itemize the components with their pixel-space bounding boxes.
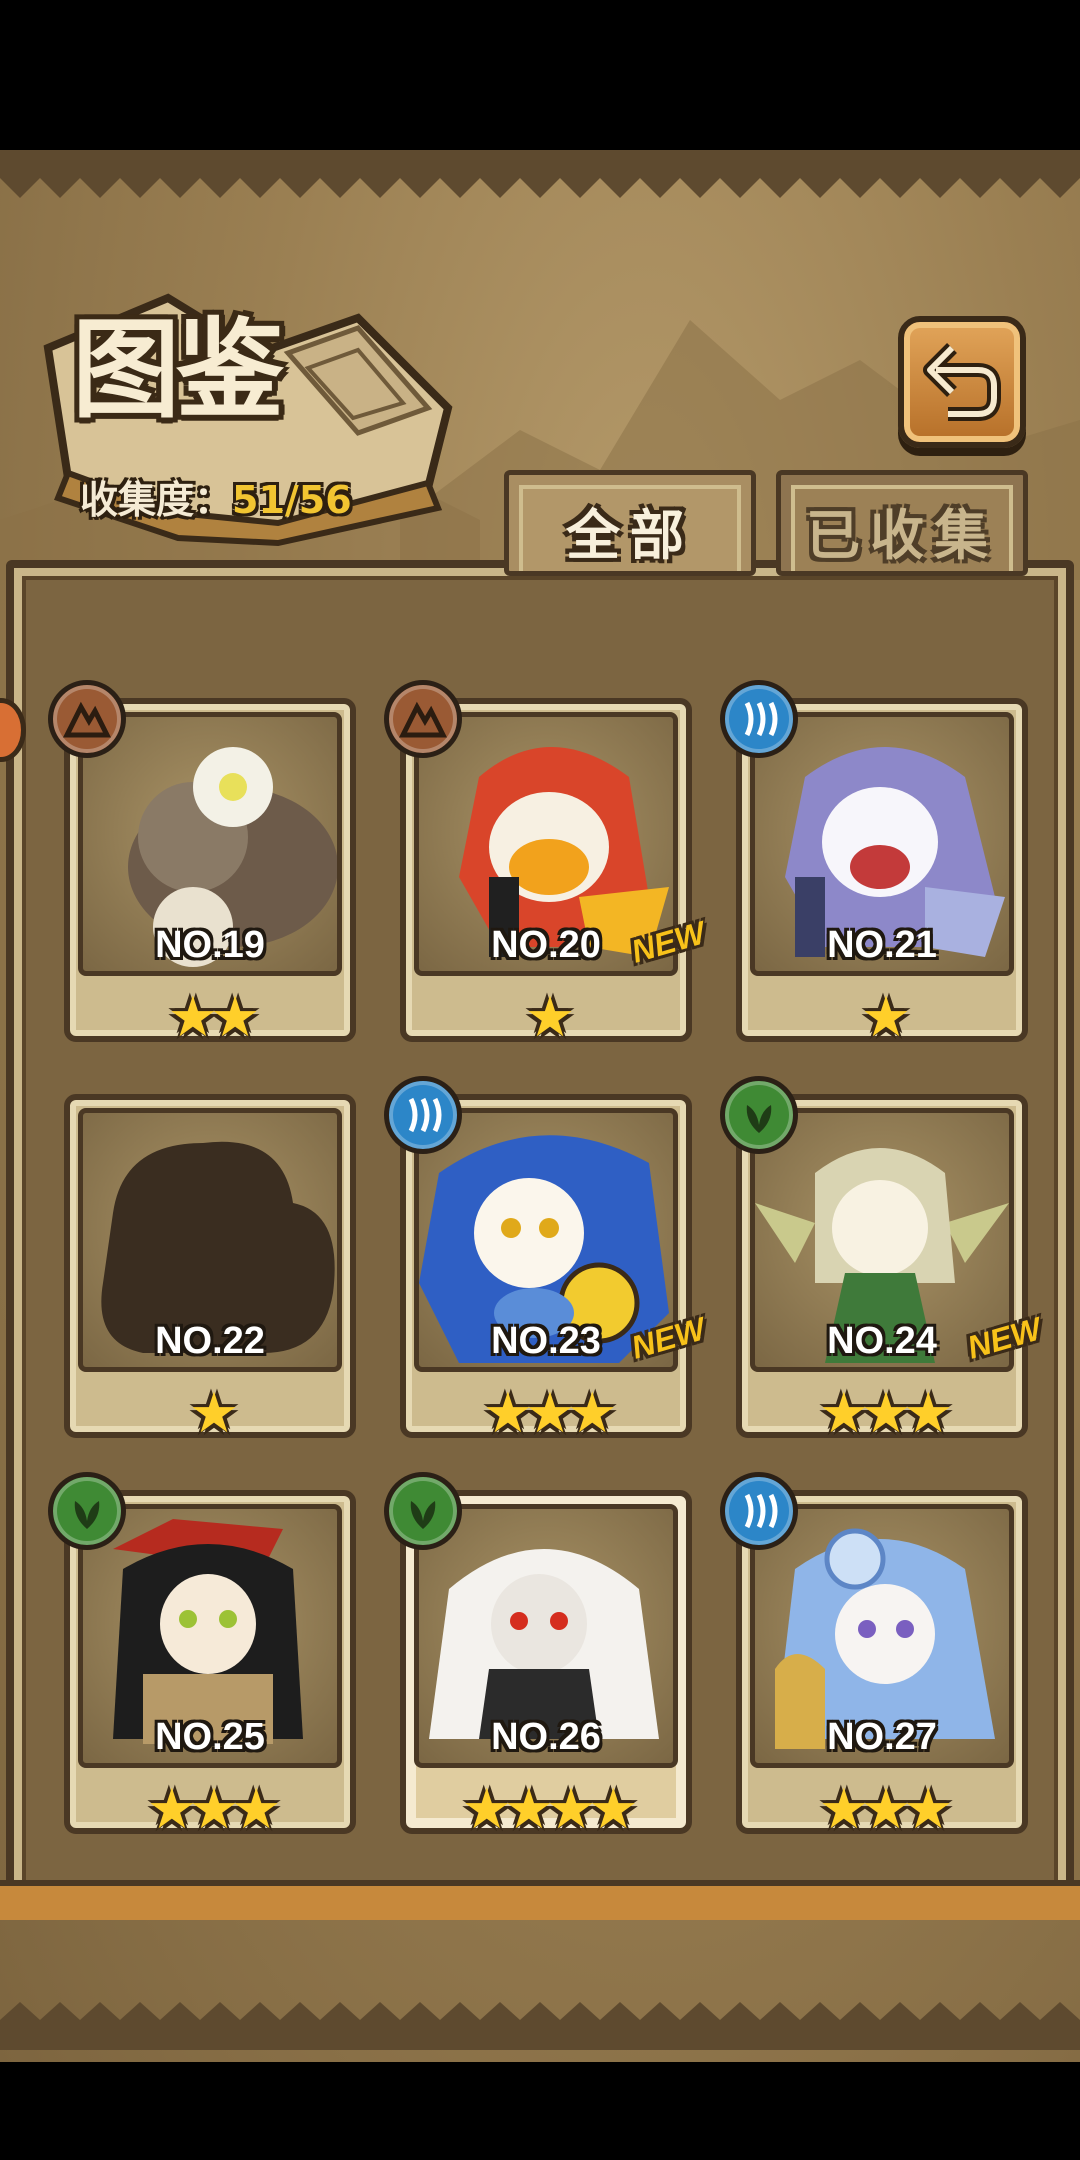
tab-all-label: 全部 bbox=[566, 504, 694, 567]
collection-value: 51/56 bbox=[232, 478, 352, 522]
card-number: NO.25 bbox=[155, 1716, 265, 1758]
rarity-stars: ★★★ bbox=[818, 1381, 954, 1446]
earth-element-icon bbox=[384, 680, 462, 758]
leaf-element-icon bbox=[384, 1472, 462, 1550]
tab-collected-label: 已收集 bbox=[806, 504, 998, 567]
rarity-stars: ★ bbox=[524, 985, 575, 1050]
top-zigzag-border bbox=[0, 150, 1080, 198]
rarity-stars: ★★★ bbox=[818, 1777, 954, 1842]
earth-element-icon bbox=[48, 680, 126, 758]
panel-floor-strip bbox=[0, 1880, 1080, 1920]
rarity-stars: ★ bbox=[860, 985, 911, 1050]
water-element-icon bbox=[384, 1076, 462, 1154]
card-number: NO.27 bbox=[827, 1716, 937, 1758]
rarity-stars: ★★★★ bbox=[461, 1777, 639, 1842]
rarity-stars: ★★ bbox=[167, 985, 260, 1050]
tab-collected[interactable]: 已收集 bbox=[776, 470, 1028, 576]
bottom-zigzag-border bbox=[0, 2002, 1080, 2050]
leaf-element-icon bbox=[48, 1472, 126, 1550]
navigation-bar-area bbox=[0, 2062, 1080, 2160]
back-button[interactable] bbox=[898, 316, 1026, 448]
card-number: NO.26 bbox=[491, 1716, 601, 1758]
water-element-icon bbox=[720, 1472, 798, 1550]
collection-label: 收集度： bbox=[80, 478, 233, 522]
rarity-stars: ★★★ bbox=[482, 1381, 618, 1446]
status-bar-area bbox=[0, 0, 1080, 150]
card-number: NO.21 bbox=[827, 924, 937, 966]
page-title: 图鉴 bbox=[72, 307, 284, 433]
water-element-icon bbox=[720, 680, 798, 758]
rarity-stars: ★★★ bbox=[146, 1777, 282, 1842]
tab-all[interactable]: 全部 bbox=[504, 470, 756, 576]
back-arrow-icon bbox=[923, 343, 1001, 421]
card-number: NO.22 bbox=[155, 1320, 265, 1362]
card-number: NO.19 bbox=[155, 924, 265, 966]
collection-progress: 收集度：51/56 bbox=[80, 470, 352, 530]
rarity-stars: ★ bbox=[188, 1381, 239, 1446]
leaf-element-icon bbox=[720, 1076, 798, 1154]
